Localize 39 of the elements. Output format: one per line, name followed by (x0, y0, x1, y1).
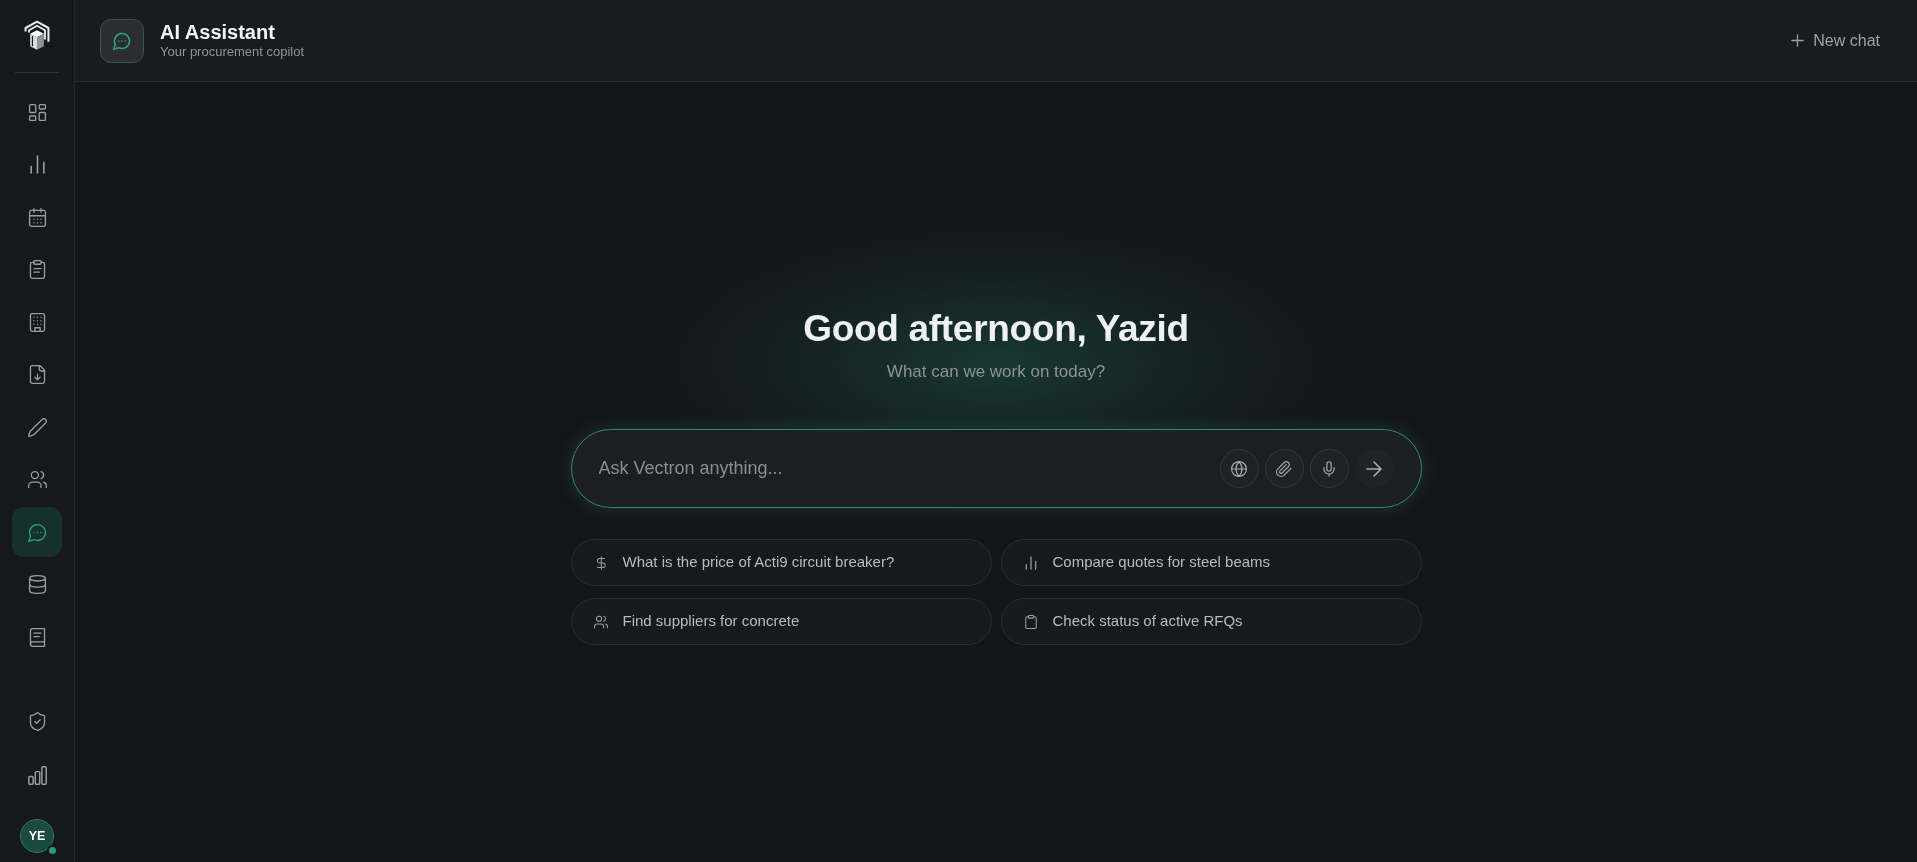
chat-bubble-icon (27, 522, 47, 542)
bar-chart-icon (1023, 555, 1038, 570)
clipboard-icon (1023, 614, 1038, 629)
globe-icon (1231, 460, 1247, 477)
user-avatar[interactable]: YE (20, 819, 54, 853)
clipboard-icon (27, 260, 47, 279)
page-title: AI Assistant (160, 20, 276, 44)
bar-chart-icon (27, 765, 47, 785)
attach-button[interactable] (1264, 449, 1304, 488)
suggestion-chip[interactable]: Check status of active RFQs (1000, 598, 1422, 645)
pencil-icon (27, 417, 47, 437)
suggestion-chip[interactable]: Compare quotes for steel beams (1000, 539, 1422, 586)
sidebar-nav-button[interactable] (12, 507, 62, 557)
prompt-text: What can we work on today? (885, 361, 1107, 383)
building-icon (27, 312, 47, 332)
grid-icon (27, 102, 47, 122)
message-composer[interactable]: Ask Vectron anything... (570, 429, 1422, 508)
calendar-icon (27, 207, 47, 227)
new-chat-button[interactable]: New chat (1791, 22, 1880, 59)
file-download-icon (27, 365, 47, 384)
bar-chart-icon (27, 155, 47, 174)
cube-logo-icon[interactable] (22, 20, 52, 52)
shield-check-icon (27, 711, 47, 731)
suggestion-chip[interactable]: What is the price of Acti9 circuit breaker? (570, 539, 992, 586)
arrow-right-icon (1366, 460, 1382, 477)
microphone-icon (1321, 460, 1337, 477)
message-input-field[interactable]: Ask Vectron anything... (598, 453, 1214, 484)
paperclip-icon (1276, 460, 1292, 477)
chat-bubble-icon (100, 18, 144, 63)
users-icon (27, 470, 47, 489)
page-subtitle: Your procurement copilot (160, 43, 305, 61)
users-icon (593, 614, 608, 629)
book-icon (27, 627, 47, 647)
greeting-heading: Good afternoon, Yazid (802, 308, 1190, 349)
voice-input-button[interactable] (1309, 449, 1349, 488)
web-search-button[interactable] (1219, 449, 1259, 488)
plus-icon (1791, 34, 1805, 47)
suggestion-chip[interactable]: Find suppliers for concrete (570, 598, 992, 645)
database-icon (27, 575, 47, 594)
